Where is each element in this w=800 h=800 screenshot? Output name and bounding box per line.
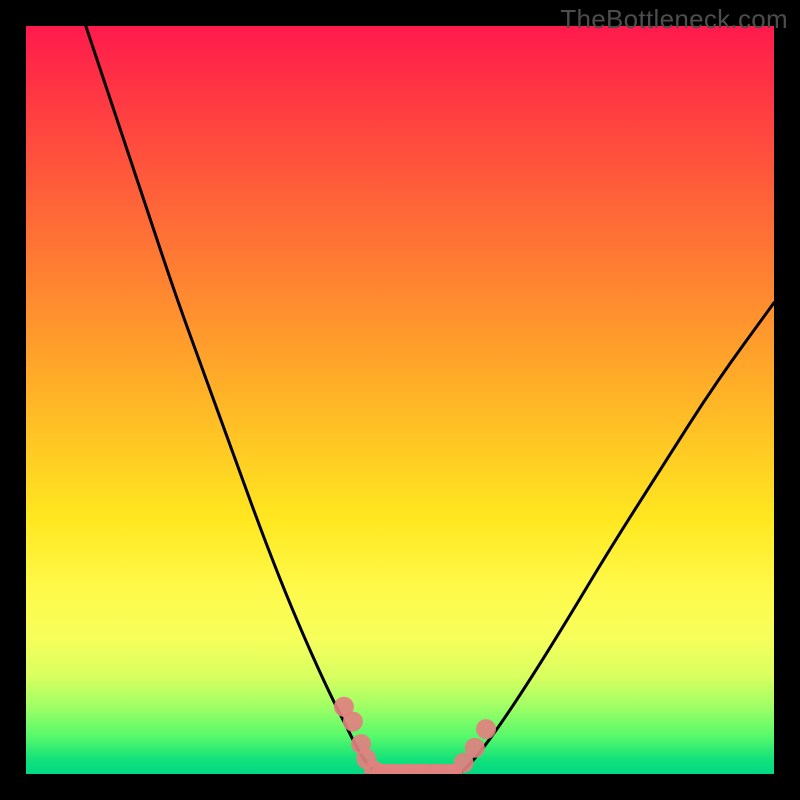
marker-dot <box>398 764 418 774</box>
plot-area <box>26 26 774 774</box>
marker-dot <box>364 760 384 774</box>
marker-dot <box>334 697 354 717</box>
marker-dot <box>442 764 462 774</box>
marker-dot <box>412 764 432 774</box>
marker-dot <box>356 749 376 769</box>
marker-dot <box>343 712 363 732</box>
chart-frame: TheBottleneck.com <box>0 0 800 800</box>
watermark-text: TheBottleneck.com <box>560 4 788 35</box>
marker-dot <box>427 764 447 774</box>
curve-right-branch <box>460 303 774 774</box>
marker-dot <box>465 738 485 758</box>
marker-dot <box>351 734 371 754</box>
marker-dot <box>371 764 391 774</box>
marker-dot <box>476 719 496 739</box>
curve-layer <box>26 26 774 774</box>
marker-dot <box>383 764 403 774</box>
marker-dot <box>454 753 474 773</box>
curve-left-branch <box>86 26 378 774</box>
